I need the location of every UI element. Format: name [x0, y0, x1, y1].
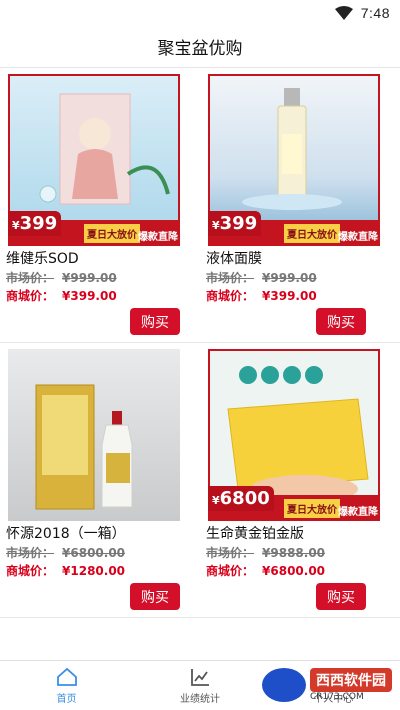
mall-price: 商城价： ¥399.00 [206, 289, 317, 303]
product-card[interactable]: ¥399 夏日大放价 爆款直降 液体面膜 市场价： ¥999.00 商城价： ¥39… [200, 68, 400, 343]
site-watermark: 西西软件园 CR173.COM [262, 668, 392, 702]
promo-price-tag: ¥6800 [208, 486, 274, 511]
nav-home-label: 首页 [56, 693, 77, 705]
promo-badge: 夏日大放价 [84, 224, 140, 243]
market-price: 市场价： ¥9888.00 [206, 546, 326, 560]
nav-stats-label: 业绩统计 [179, 693, 220, 705]
product-card[interactable]: ¥6800 夏日大放价 爆款直降 生命黄金铂金版 市场价： ¥9888.00 商城… [200, 343, 400, 618]
nav-stats[interactable]: 业绩统计 [133, 661, 266, 710]
home-icon [56, 667, 77, 686]
product-name[interactable]: 液体面膜 [206, 248, 262, 268]
promo-badge: 夏日大放价 [284, 499, 340, 518]
status-time: 7:48 [360, 5, 390, 21]
buy-button[interactable]: 购买 [130, 308, 180, 335]
watermark-sub: CR173.COM [310, 692, 364, 702]
mall-price: 商城价： ¥6800.00 [206, 564, 326, 578]
product-grid: ¥399 夏日大放价 爆款直降 维健乐SOD 市场价： ¥999.00 商城价： ¥… [0, 68, 400, 618]
product-card[interactable]: ¥399 夏日大放价 爆款直降 维健乐SOD 市场价： ¥999.00 商城价： ¥… [0, 68, 200, 343]
market-price: 市场价： ¥999.00 [6, 271, 117, 285]
mall-price: 商城价： ¥399.00 [6, 289, 117, 303]
promo-price-tag: ¥399 [208, 211, 262, 236]
buy-button[interactable]: 购买 [130, 583, 180, 610]
status-bar: 7:48 [0, 0, 400, 26]
buy-button[interactable]: 购买 [316, 308, 366, 335]
product-image[interactable]: ¥399 夏日大放价 爆款直降 [8, 74, 180, 246]
nav-home[interactable]: 首页 [0, 661, 133, 710]
promo-price-tag: ¥399 [8, 211, 62, 236]
product-name[interactable]: 怀源2018（一箱） [6, 523, 126, 543]
watermark-logo-icon [262, 668, 306, 702]
page-title: 聚宝盆优购 [0, 26, 400, 68]
product-name[interactable]: 维健乐SOD [6, 248, 79, 268]
product-image[interactable]: ¥399 夏日大放价 爆款直降 [208, 74, 380, 246]
product-name[interactable]: 生命黄金铂金版 [206, 523, 304, 543]
promo-badge-hot: 爆款直降 [138, 232, 178, 243]
product-image[interactable] [8, 349, 180, 521]
mall-price: 商城价： ¥1280.00 [6, 564, 126, 578]
market-price: 市场价： ¥999.00 [206, 271, 317, 285]
buy-button[interactable]: 购买 [316, 583, 366, 610]
promo-badge-hot: 爆款直降 [338, 232, 378, 243]
promo-badge-hot: 爆款直降 [338, 507, 378, 518]
watermark-text: 西西软件园 [310, 668, 392, 692]
product-art [8, 349, 180, 521]
product-card[interactable]: 怀源2018（一箱） 市场价： ¥6800.00 商城价： ¥1280.00 购买 [0, 343, 200, 618]
wifi-icon [334, 6, 353, 20]
product-image[interactable]: ¥6800 夏日大放价 爆款直降 [208, 349, 380, 521]
chart-icon [191, 668, 209, 686]
promo-badge: 夏日大放价 [284, 224, 340, 243]
market-price: 市场价： ¥6800.00 [6, 546, 126, 560]
